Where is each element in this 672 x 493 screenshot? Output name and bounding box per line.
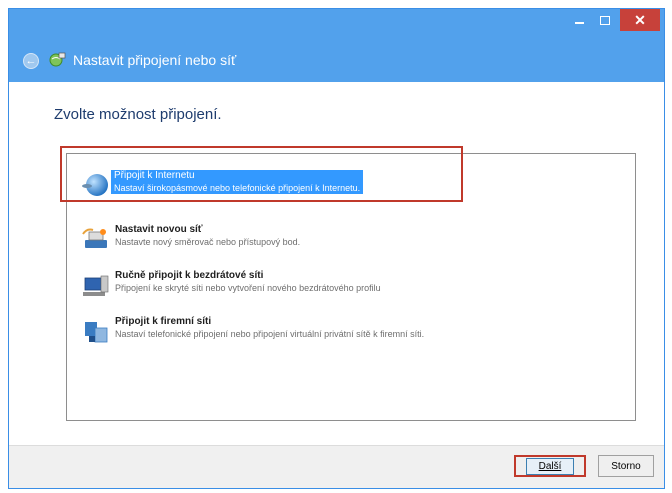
title-bar[interactable]: ✕: [9, 9, 664, 42]
option-text: Nastavit novou síť Nastavte nový směrova…: [115, 224, 300, 248]
option-description: Připojení ke skryté síti nebo vytvoření …: [115, 283, 381, 293]
nav-bar: ← Nastavit připojení nebo síť: [9, 42, 664, 82]
workplace-network-icon: [85, 322, 108, 343]
next-button-label: Další: [525, 457, 575, 475]
option-manual-wireless[interactable]: Ručně připojit k bezdrátové síti Připoje…: [67, 264, 635, 304]
wireless-computer-icon: [83, 275, 109, 296]
minimize-icon: [574, 22, 584, 24]
option-text: Připojit k firemní síti Nastaví telefoni…: [115, 316, 424, 340]
option-new-network[interactable]: Nastavit novou síť Nastavte nový směrova…: [67, 218, 635, 258]
router-icon: [82, 228, 107, 248]
dialog-window: ✕ ← Nastavit připojení nebo síť Zvolte m…: [8, 8, 665, 489]
cancel-button[interactable]: Storno: [598, 455, 654, 477]
close-icon: ✕: [634, 12, 646, 28]
next-button[interactable]: Další: [514, 455, 586, 477]
option-description: Nastavte nový směrovač nebo přístupový b…: [115, 237, 301, 247]
page-heading: Zvolte možnost připojení.: [54, 106, 222, 123]
close-button[interactable]: ✕: [620, 9, 660, 31]
option-title: Ručně připojit k bezdrátové síti: [115, 270, 264, 281]
back-button[interactable]: ←: [23, 53, 39, 69]
network-globe-icon: [49, 52, 66, 67]
back-arrow-icon: ←: [25, 54, 37, 67]
option-description: Nastaví telefonické připojení nebo připo…: [115, 329, 425, 339]
content-area: Zvolte možnost připojení. Připojit k Int…: [9, 82, 664, 448]
option-workplace[interactable]: Připojit k firemní síti Nastaví telefoni…: [67, 310, 635, 350]
option-title: Připojit k firemní síti: [115, 316, 212, 327]
annotation-highlight: [60, 146, 463, 202]
maximize-icon: [600, 15, 610, 25]
option-text: Ručně připojit k bezdrátové síti Připoje…: [115, 270, 381, 294]
button-bar: Další Storno: [9, 445, 664, 488]
minimize-button[interactable]: [566, 9, 592, 31]
maximize-button[interactable]: [592, 9, 618, 31]
window-title: Nastavit připojení nebo síť: [73, 52, 237, 68]
option-title: Nastavit novou síť: [115, 224, 203, 235]
